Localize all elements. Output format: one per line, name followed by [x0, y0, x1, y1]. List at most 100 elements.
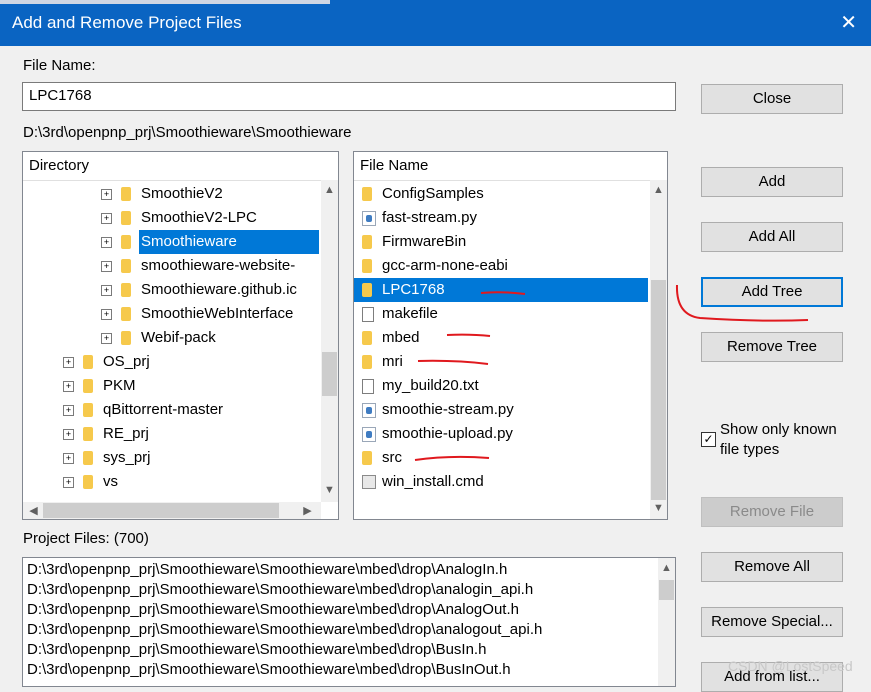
scroll-right-icon[interactable]: ▶: [299, 504, 316, 517]
file-item[interactable]: my_build20.txt: [354, 374, 648, 398]
directory-item-label: qBittorrent-master: [103, 401, 224, 418]
directory-item[interactable]: + smoothieware-website-: [23, 254, 319, 278]
file-item[interactable]: LPC1768: [354, 278, 648, 302]
scroll-up-icon[interactable]: ▲: [650, 184, 667, 196]
directory-item-label: Smoothieware: [139, 230, 319, 254]
file-item[interactable]: win_install.cmd: [354, 470, 648, 494]
directory-item[interactable]: + SmoothieV2: [23, 182, 319, 206]
file-item-label: makefile: [382, 305, 438, 322]
directory-item[interactable]: + Smoothieware.github.ic: [23, 278, 319, 302]
expand-icon[interactable]: +: [101, 309, 112, 320]
directory-item-label: SmoothieV2-LPC: [141, 209, 257, 226]
add-tree-button[interactable]: Add Tree: [701, 277, 843, 307]
file-item[interactable]: FirmwareBin: [354, 230, 648, 254]
expand-icon[interactable]: +: [63, 453, 74, 464]
file-item[interactable]: makefile: [354, 302, 648, 326]
project-file-item[interactable]: D:\3rd\openpnp_prj\Smoothieware\Smoothie…: [27, 640, 486, 660]
scroll-up-icon[interactable]: ▲: [321, 184, 338, 196]
expand-icon[interactable]: +: [101, 333, 112, 344]
add-button[interactable]: Add: [701, 167, 843, 197]
python-file-icon: [362, 427, 376, 442]
directory-item[interactable]: + sys_prj: [23, 446, 319, 470]
directory-vscrollbar[interactable]: ▲ ▼: [321, 180, 338, 502]
file-item[interactable]: smoothie-upload.py: [354, 422, 648, 446]
project-file-item[interactable]: D:\3rd\openpnp_prj\Smoothieware\Smoothie…: [27, 560, 507, 580]
directory-item[interactable]: + qBittorrent-master: [23, 398, 319, 422]
file-list-scroll-thumb[interactable]: [651, 280, 666, 500]
directory-item-label: SmoothieV2: [141, 185, 223, 202]
file-list-vscrollbar[interactable]: ▲ ▼: [650, 180, 667, 519]
scroll-up-icon[interactable]: ▲: [658, 562, 675, 574]
remove-special-button[interactable]: Remove Special...: [701, 607, 843, 637]
directory-hscroll-thumb[interactable]: [43, 503, 279, 518]
file-item[interactable]: src: [354, 446, 648, 470]
folder-icon: [362, 283, 372, 297]
directory-item[interactable]: + Smoothieware: [23, 230, 319, 254]
expand-icon[interactable]: +: [101, 261, 112, 272]
file-item[interactable]: gcc-arm-none-eabi: [354, 254, 648, 278]
file-item[interactable]: smoothie-stream.py: [354, 398, 648, 422]
remove-all-button[interactable]: Remove All: [701, 552, 843, 582]
file-item[interactable]: mri: [354, 350, 648, 374]
file-item[interactable]: ConfigSamples: [354, 182, 648, 206]
show-known-checkbox[interactable]: ✓: [701, 432, 716, 447]
folder-icon: [362, 331, 372, 345]
expand-icon[interactable]: +: [101, 237, 112, 248]
remove-file-button[interactable]: Remove File: [701, 497, 843, 527]
file-list[interactable]: File Name ConfigSamples fast-stream.py Fir…: [353, 151, 668, 520]
expand-icon[interactable]: +: [101, 285, 112, 296]
scroll-down-icon[interactable]: ▼: [650, 502, 667, 514]
directory-item-label: Smoothieware.github.ic: [141, 281, 297, 298]
file-item[interactable]: fast-stream.py: [354, 206, 648, 230]
folder-icon: [83, 427, 93, 441]
directory-item-label: Webif-pack: [141, 329, 216, 346]
folder-icon: [362, 355, 372, 369]
directory-item[interactable]: + PKM: [23, 374, 319, 398]
close-window-icon[interactable]: ✕: [840, 10, 857, 35]
expand-icon[interactable]: +: [63, 405, 74, 416]
folder-icon: [83, 379, 93, 393]
folder-icon: [362, 451, 372, 465]
file-item-label: smoothie-stream.py: [382, 401, 514, 418]
expand-icon[interactable]: +: [101, 189, 112, 200]
folder-icon: [121, 187, 131, 201]
directory-item[interactable]: + RE_prj: [23, 422, 319, 446]
directory-hscrollbar[interactable]: ◀ ▶: [23, 502, 321, 519]
project-files-scroll-thumb[interactable]: [659, 580, 674, 600]
show-known-label-line1: Show only known: [720, 421, 837, 438]
directory-item-label: RE_prj: [103, 425, 149, 442]
directory-item[interactable]: + OS_prj: [23, 350, 319, 374]
project-files-list[interactable]: D:\3rd\openpnp_prj\Smoothieware\Smoothie…: [22, 557, 676, 687]
project-file-item[interactable]: D:\3rd\openpnp_prj\Smoothieware\Smoothie…: [27, 600, 519, 620]
directory-item[interactable]: + SmoothieWebInterface: [23, 302, 319, 326]
expand-icon[interactable]: +: [101, 213, 112, 224]
project-file-item[interactable]: D:\3rd\openpnp_prj\Smoothieware\Smoothie…: [27, 580, 533, 600]
directory-item[interactable]: + Webif-pack: [23, 326, 319, 350]
scroll-down-icon[interactable]: ▼: [321, 484, 338, 496]
directory-tree[interactable]: Directory + SmoothieV2 + SmoothieV2-LPC + Smo…: [22, 151, 339, 520]
expand-icon[interactable]: +: [63, 477, 74, 488]
file-item[interactable]: mbed: [354, 326, 648, 350]
directory-item[interactable]: + vs: [23, 470, 319, 494]
expand-icon[interactable]: +: [63, 381, 74, 392]
close-button[interactable]: Close: [701, 84, 843, 114]
python-file-icon: [362, 211, 376, 226]
expand-icon[interactable]: +: [63, 429, 74, 440]
file-name-input[interactable]: LPC1768: [22, 82, 676, 111]
project-file-item[interactable]: D:\3rd\openpnp_prj\Smoothieware\Smoothie…: [27, 660, 511, 680]
project-file-item[interactable]: D:\3rd\openpnp_prj\Smoothieware\Smoothie…: [27, 620, 542, 640]
directory-header[interactable]: Directory: [23, 152, 338, 181]
scroll-left-icon[interactable]: ◀: [25, 504, 42, 517]
file-item-label: FirmwareBin: [382, 233, 467, 250]
add-all-button[interactable]: Add All: [701, 222, 843, 252]
remove-tree-button[interactable]: Remove Tree: [701, 332, 843, 362]
cmd-file-icon: [362, 475, 376, 489]
window-title: Add and Remove Project Files: [12, 13, 242, 32]
directory-scroll-thumb[interactable]: [322, 352, 337, 396]
folder-icon: [362, 259, 372, 273]
file-name-header[interactable]: File Name: [354, 152, 667, 181]
directory-item[interactable]: + SmoothieV2-LPC: [23, 206, 319, 230]
folder-icon: [121, 211, 131, 225]
expand-icon[interactable]: +: [63, 357, 74, 368]
project-files-vscrollbar[interactable]: ▲: [658, 558, 675, 686]
